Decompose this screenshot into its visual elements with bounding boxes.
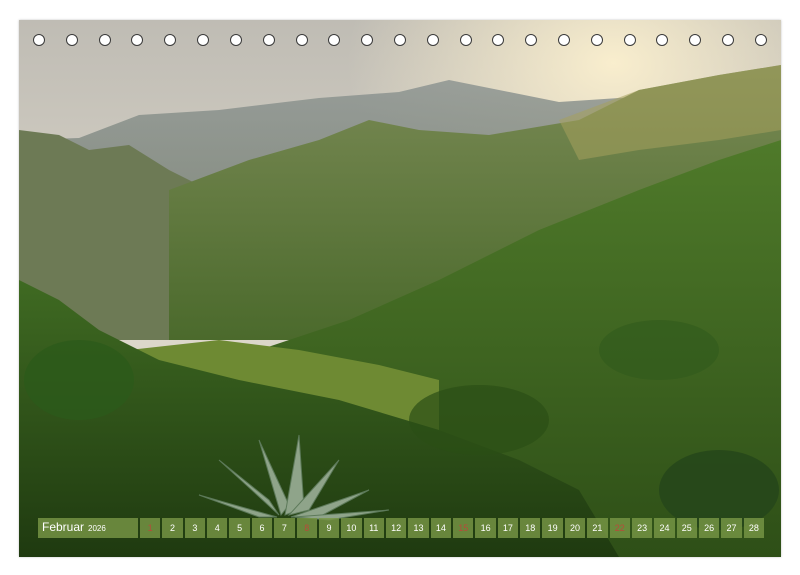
day-cell: 10 xyxy=(341,518,362,538)
day-cell: 15 xyxy=(453,518,474,538)
day-cell: 13 xyxy=(408,518,429,538)
day-cell: 7 xyxy=(274,518,295,538)
binding-ring xyxy=(328,34,341,46)
day-cell: 3 xyxy=(184,518,206,538)
day-cell: 6 xyxy=(251,518,273,538)
day-cell: 18 xyxy=(520,518,541,538)
binding-ring xyxy=(492,34,505,46)
day-cells: 1 2 3 4 5 6 7 8 9 10 11 12 13 14 15 16 17 18 19 20 21 22 23 24 2… xyxy=(140,518,765,538)
binding-ring xyxy=(295,34,308,46)
binding-ring xyxy=(558,34,570,46)
binding-ring xyxy=(525,34,538,46)
month-label: Februar 2026 xyxy=(38,518,138,538)
binding-ring xyxy=(197,34,210,46)
binding-ring xyxy=(689,34,702,46)
binding-ring xyxy=(131,34,144,46)
binding-ring xyxy=(393,34,406,46)
day-cell: 9 xyxy=(318,518,340,538)
binding-ring xyxy=(656,34,669,46)
month-name: Februar xyxy=(42,520,85,534)
binding-ring xyxy=(722,34,735,46)
binding-ring xyxy=(361,34,374,46)
binding-ring xyxy=(623,34,636,46)
day-cell: 22 xyxy=(609,518,630,538)
day-cell: 14 xyxy=(430,518,452,538)
spiral-binding xyxy=(19,34,781,50)
binding-ring xyxy=(229,34,242,46)
calendar-strip: Februar 2026 1 2 3 4 5 6 7 8 9 10 11 12 13 14 15 16 17 18… xyxy=(38,518,765,538)
binding-ring xyxy=(754,34,767,46)
day-cell: 12 xyxy=(385,518,407,538)
binding-ring xyxy=(590,34,603,46)
day-cell: 5 xyxy=(229,518,250,538)
day-cell: 25 xyxy=(676,518,697,538)
binding-ring xyxy=(426,34,439,46)
day-cell: 4 xyxy=(207,518,228,538)
day-cell: 17 xyxy=(497,518,519,538)
binding-ring xyxy=(262,34,275,46)
month-year: 2026 xyxy=(88,524,106,533)
binding-ring xyxy=(33,34,45,46)
day-cell: 21 xyxy=(587,518,608,538)
day-cell: 11 xyxy=(363,518,384,538)
day-cell: 26 xyxy=(698,518,720,538)
day-cell: 1 xyxy=(140,518,161,538)
day-cell: 2 xyxy=(162,518,183,538)
day-cell: 27 xyxy=(721,518,742,538)
day-cell: 19 xyxy=(542,518,563,538)
calendar-page: Februar 2026 1 2 3 4 5 6 7 8 9 10 11 12 13 14 15 16 17 18… xyxy=(19,20,781,557)
day-cell: 20 xyxy=(564,518,586,538)
landscape-photo xyxy=(19,20,781,557)
binding-ring xyxy=(65,34,78,46)
day-cell: 16 xyxy=(475,518,496,538)
day-cell: 24 xyxy=(654,518,675,538)
day-cell: 8 xyxy=(296,518,317,538)
binding-ring xyxy=(98,34,111,46)
day-cell: 28 xyxy=(743,518,765,538)
binding-ring xyxy=(459,34,472,46)
day-cell: 23 xyxy=(631,518,653,538)
binding-ring xyxy=(164,34,177,46)
